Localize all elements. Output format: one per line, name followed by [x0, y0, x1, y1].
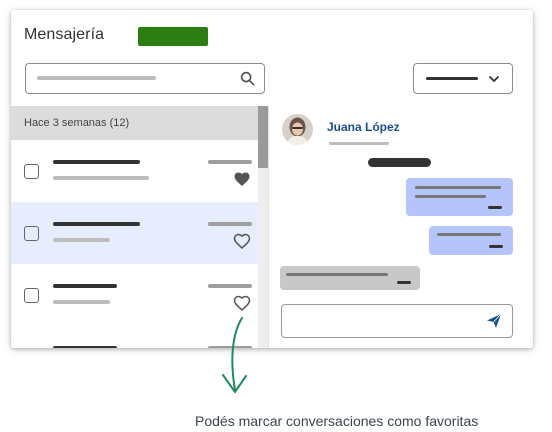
- contact-name[interactable]: Juana López: [327, 120, 400, 134]
- search-placeholder: [37, 76, 156, 80]
- contact-status: [329, 142, 389, 145]
- filter-selected-value: [426, 77, 478, 80]
- list-item[interactable]: [11, 140, 268, 202]
- message-input[interactable]: [281, 304, 513, 338]
- message-bubble-outgoing: [429, 226, 513, 255]
- search-icon[interactable]: [240, 71, 255, 86]
- row-title: [53, 284, 117, 288]
- row-title: [53, 160, 140, 164]
- scrollbar-thumb[interactable]: [258, 106, 268, 168]
- date-separator: [368, 158, 431, 167]
- row-checkbox[interactable]: [24, 226, 39, 241]
- messaging-panel: Mensajería Hace 3 semanas (12) Juana Lóp…: [11, 10, 533, 348]
- page-title: Mensajería: [24, 26, 105, 43]
- message-line: [415, 186, 501, 189]
- send-icon[interactable]: [486, 313, 502, 329]
- avatar: [282, 114, 313, 145]
- row-date: [208, 222, 252, 226]
- row-date: [208, 160, 252, 164]
- pointer-arrow-icon: [222, 317, 247, 393]
- chevron-down-icon: [489, 76, 499, 82]
- conversation-list: Hace 3 semanas (12): [11, 106, 268, 348]
- message-time: [488, 206, 502, 209]
- status-badge: [138, 27, 208, 46]
- message-time: [397, 281, 411, 284]
- chat-panel: Juana López: [269, 106, 533, 348]
- message-bubble-outgoing: [406, 178, 513, 216]
- filter-select[interactable]: [413, 63, 513, 94]
- row-title: [53, 346, 117, 348]
- row-date: [208, 284, 252, 288]
- row-checkbox[interactable]: [24, 288, 39, 303]
- list-group-header: Hace 3 semanas (12): [11, 106, 268, 140]
- search-input[interactable]: [25, 63, 265, 94]
- row-preview: [53, 238, 110, 242]
- heart-outline-icon[interactable]: [233, 232, 251, 249]
- message-line: [415, 195, 486, 198]
- message-time: [489, 245, 503, 248]
- row-preview: [53, 176, 149, 180]
- heart-filled-icon[interactable]: [233, 170, 251, 187]
- caption-text: Podés marcar conversaciones como favorit…: [195, 413, 479, 429]
- row-checkbox[interactable]: [24, 164, 39, 179]
- row-title: [53, 222, 140, 226]
- message-bubble-incoming: [280, 266, 420, 290]
- message-line: [286, 273, 388, 276]
- heart-outline-icon[interactable]: [233, 294, 251, 311]
- list-item[interactable]: [11, 202, 268, 264]
- message-line: [437, 233, 501, 236]
- row-preview: [53, 300, 110, 304]
